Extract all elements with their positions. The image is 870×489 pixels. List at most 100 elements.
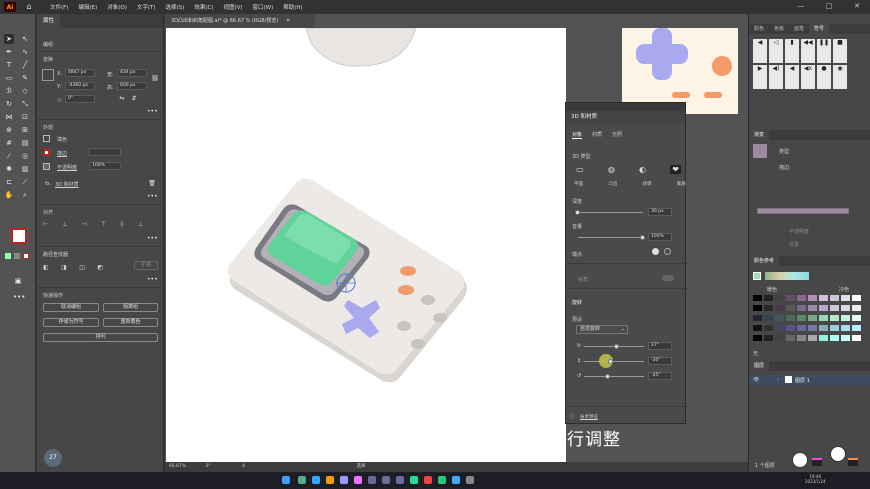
symbol-stop-icon[interactable]: ■ xyxy=(833,39,847,63)
free-transform-tool-icon[interactable]: ⊡ xyxy=(20,112,30,122)
color-swatch[interactable] xyxy=(775,325,784,331)
eyedropper-tool-icon[interactable]: ⁄ xyxy=(4,151,14,161)
width-tool-icon[interactable]: ⋈ xyxy=(4,112,14,122)
pen-tool-icon[interactable]: ✒ xyxy=(4,47,14,57)
color-swatch[interactable] xyxy=(830,335,839,341)
scale-tool-icon[interactable]: ⤡ xyxy=(20,99,30,109)
document-tab[interactable]: 3D凸出和斜角配图.ai* @ 66.67 % (RGB/预览) ✕ xyxy=(165,14,315,28)
color-swatch[interactable] xyxy=(786,305,795,311)
perspective-tool-icon[interactable]: ⊞ xyxy=(20,125,30,135)
symbol-pause-icon[interactable]: ❚❚ xyxy=(817,39,831,63)
artboard-tool-icon[interactable]: ⊏ xyxy=(4,177,14,187)
height-field[interactable]: 600 px xyxy=(117,82,147,90)
harmony-strip[interactable] xyxy=(765,272,809,280)
shape-builder-tool-icon[interactable]: ⊕ xyxy=(4,125,14,135)
color-swatch[interactable] xyxy=(797,335,806,341)
color-swatch[interactable] xyxy=(797,315,806,321)
intersect-icon[interactable]: ◫ xyxy=(79,264,85,272)
rotate-z-knob[interactable] xyxy=(605,374,610,379)
tab-object[interactable]: 对象 xyxy=(572,131,583,139)
color-swatch[interactable] xyxy=(808,335,817,341)
info-icon[interactable]: ⓘ xyxy=(570,413,575,420)
curvature-tool-icon[interactable]: ∿ xyxy=(20,47,30,57)
color-swatch[interactable] xyxy=(808,295,817,301)
home-icon[interactable]: ⌂ xyxy=(24,2,34,12)
color-swatch[interactable] xyxy=(819,295,828,301)
minimize-button[interactable]: — xyxy=(794,2,808,10)
color-swatch[interactable] xyxy=(808,315,817,321)
search-icon[interactable] xyxy=(298,476,306,484)
premiere-4-icon[interactable] xyxy=(396,476,404,484)
app-icon-4[interactable] xyxy=(466,476,474,484)
tab-properties[interactable]: 属性 xyxy=(37,14,61,28)
color-swatch[interactable] xyxy=(819,305,828,311)
wechat-icon[interactable] xyxy=(438,476,446,484)
color-swatch[interactable] xyxy=(775,305,784,311)
align-bottom-icon[interactable]: ⊥ xyxy=(138,221,143,229)
color-swatch[interactable] xyxy=(775,315,784,321)
zoom-tool-icon[interactable]: ⌕ xyxy=(20,190,30,200)
symbol-volume-icon[interactable]: ◀) xyxy=(769,65,783,89)
recolor-button[interactable]: 重新着色 xyxy=(103,318,158,327)
blend-tool-icon[interactable]: ◎ xyxy=(20,151,30,161)
depth-slider[interactable] xyxy=(578,212,643,213)
premiere-3-icon[interactable] xyxy=(382,476,390,484)
color-swatch[interactable] xyxy=(753,305,762,311)
trash-icon[interactable]: 🗑 xyxy=(147,179,157,189)
more-tools-icon[interactable]: ••• xyxy=(13,292,25,302)
tech-preview-link[interactable]: 技术预览 xyxy=(580,414,598,420)
color-mode-icon[interactable] xyxy=(5,253,11,259)
arrange-button[interactable]: 排列 xyxy=(43,333,158,342)
symbol-mute-icon[interactable]: ◀x xyxy=(801,65,815,89)
expand-button[interactable]: 扩展 xyxy=(134,261,158,270)
gradient-tool-icon[interactable]: ▤ xyxy=(20,138,30,148)
bevel-toggle[interactable] xyxy=(662,275,674,281)
rotate-x-field[interactable]: 17° xyxy=(648,342,672,350)
symbol-back-icon[interactable]: ◀ xyxy=(753,39,767,63)
color-swatch[interactable] xyxy=(753,325,762,331)
symbol-record-icon[interactable]: ● xyxy=(817,65,831,89)
color-swatch[interactable] xyxy=(852,295,861,301)
tab-layers[interactable]: 图层 xyxy=(749,361,770,371)
unite-icon[interactable]: ◧ xyxy=(43,264,49,272)
layer-name[interactable]: 图层 1 xyxy=(795,377,810,384)
width-field[interactable]: 434 px xyxy=(117,69,147,77)
color-swatch[interactable] xyxy=(819,335,828,341)
flip-horizontal-icon[interactable]: ⇋ xyxy=(117,94,127,104)
inflate-icon[interactable]: ❤ xyxy=(670,165,681,174)
symbol-sprayer-tool-icon[interactable]: ✺ xyxy=(4,164,14,174)
tab-color-guide[interactable]: 颜色参考 xyxy=(749,256,780,266)
pathfinder-more-icon[interactable]: ••• xyxy=(147,275,158,285)
color-swatch[interactable] xyxy=(786,325,795,331)
color-swatch[interactable] xyxy=(852,305,861,311)
flip-vertical-icon[interactable]: ⇵ xyxy=(129,94,139,104)
rotate-z-field[interactable]: -45° xyxy=(648,372,672,380)
brush-tool-icon[interactable]: ℬ xyxy=(4,86,14,96)
ungroup-button[interactable]: 取消编组 xyxy=(43,303,99,312)
rotate-z-slider[interactable] xyxy=(584,376,644,377)
rotate-x-knob[interactable] xyxy=(614,344,619,349)
pencil-tool-icon[interactable]: ✎ xyxy=(20,73,30,83)
menu-select[interactable]: 选择(S) xyxy=(166,3,185,11)
color-swatch[interactable] xyxy=(830,305,839,311)
rectangle-tool-icon[interactable]: ▭ xyxy=(4,73,14,83)
slice-tool-icon[interactable]: ⟋ xyxy=(20,177,30,187)
angle-field[interactable]: 0° xyxy=(65,95,95,103)
color-swatch[interactable] xyxy=(786,295,795,301)
rotate-y-slider[interactable] xyxy=(584,361,644,362)
color-swatch[interactable] xyxy=(775,295,784,301)
color-swatch[interactable] xyxy=(841,315,850,321)
menu-window[interactable]: 窗口(W) xyxy=(253,3,274,11)
reference-point-icon[interactable] xyxy=(42,69,54,81)
color-swatch[interactable] xyxy=(841,325,850,331)
color-swatch[interactable] xyxy=(753,295,762,301)
plane-icon[interactable]: ▭ xyxy=(576,165,584,174)
tab-symbols[interactable]: 符号 xyxy=(809,24,830,34)
color-swatch[interactable] xyxy=(753,335,762,341)
color-swatch[interactable] xyxy=(764,305,773,311)
extrude-icon[interactable]: ◍ xyxy=(608,165,615,174)
color-swatch[interactable] xyxy=(819,315,828,321)
illustrator-icon[interactable] xyxy=(326,476,334,484)
after-effects-icon[interactable] xyxy=(340,476,348,484)
tab-gradient[interactable]: 渐变 xyxy=(749,130,770,140)
